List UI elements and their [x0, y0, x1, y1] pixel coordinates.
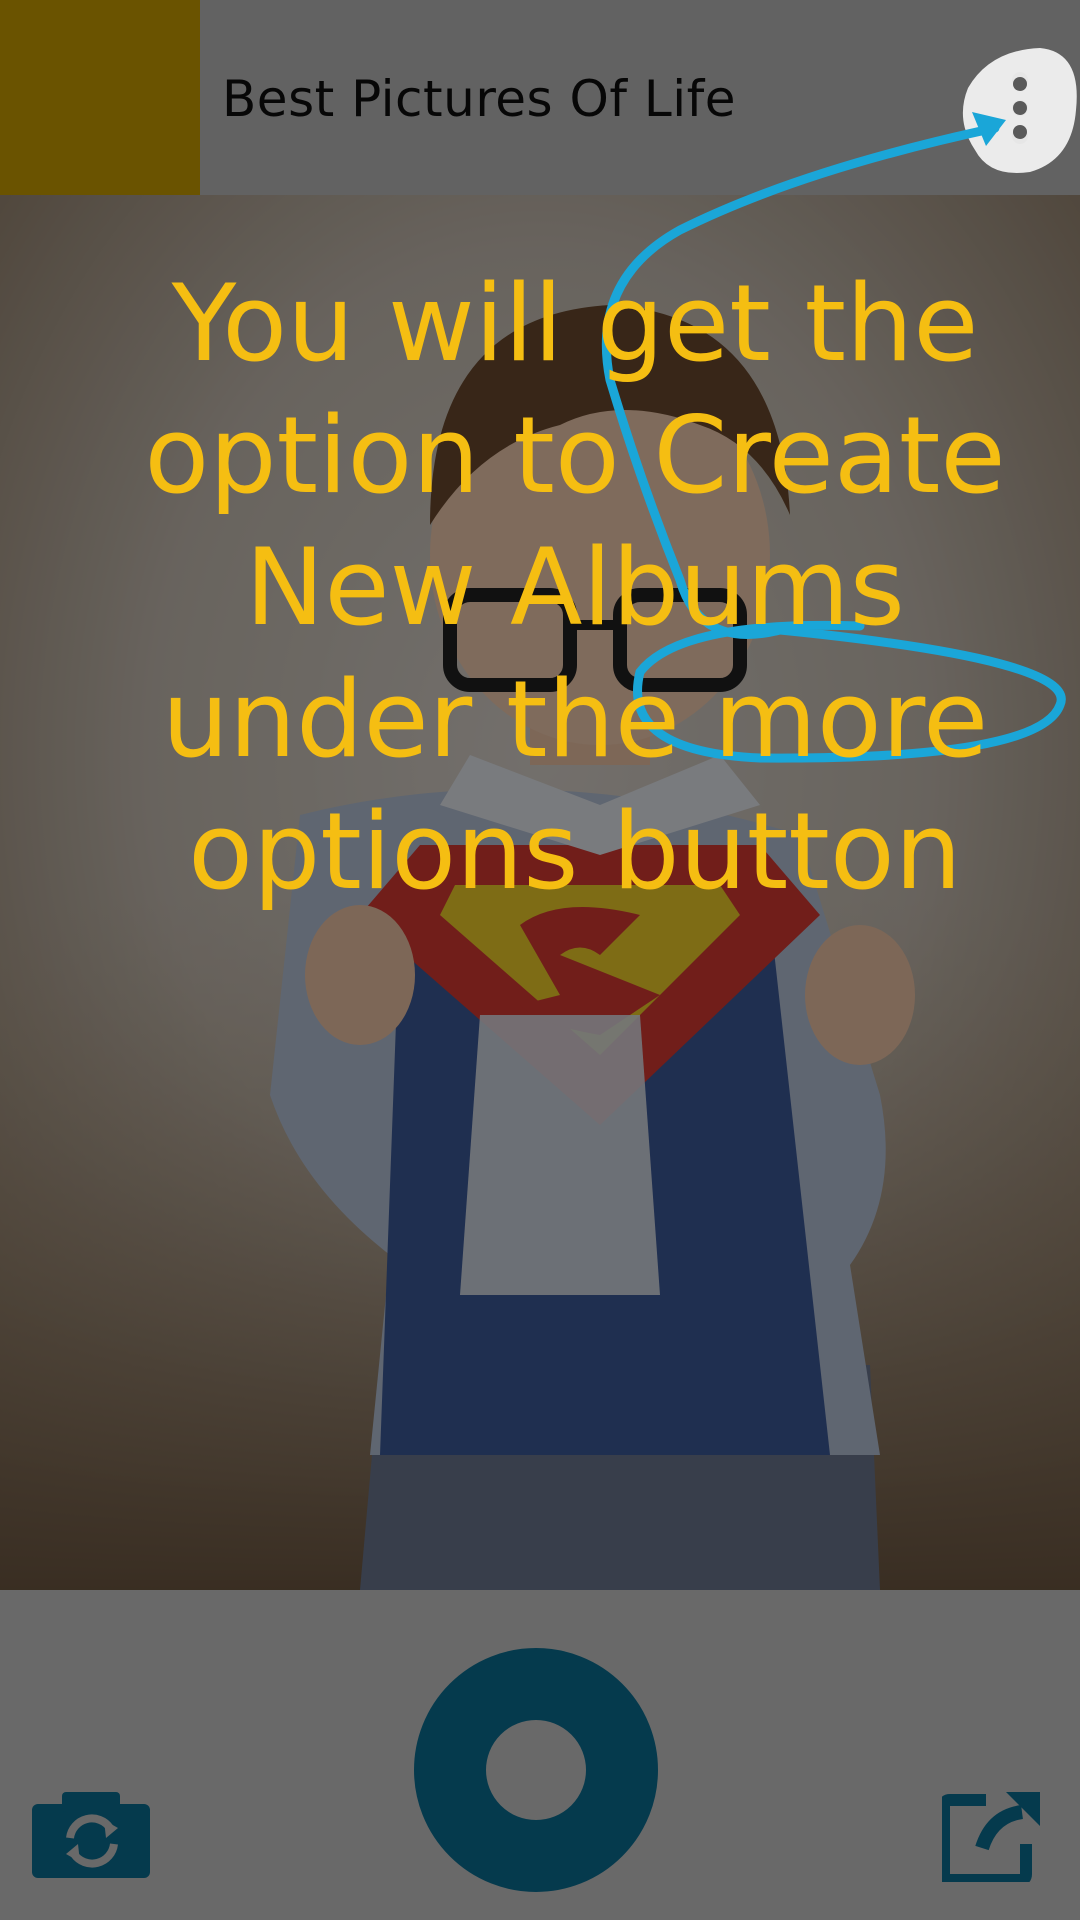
switch-camera-button[interactable]: [32, 1790, 152, 1880]
shutter-button[interactable]: [414, 1648, 658, 1892]
share-external-icon: [938, 1792, 1040, 1886]
camera-switch-icon: [32, 1792, 150, 1878]
tutorial-message: You will get the option to Create New Al…: [144, 262, 1006, 913]
shutter-icon: [414, 1648, 658, 1892]
more-options-button[interactable]: [960, 45, 1080, 175]
app-logo-block: [0, 0, 200, 195]
more-vertical-icon: [1012, 72, 1028, 144]
page-title: Best Pictures Of Life: [222, 70, 736, 128]
share-button[interactable]: [938, 1786, 1042, 1886]
app-header: Best Pictures Of Life: [0, 0, 1080, 195]
